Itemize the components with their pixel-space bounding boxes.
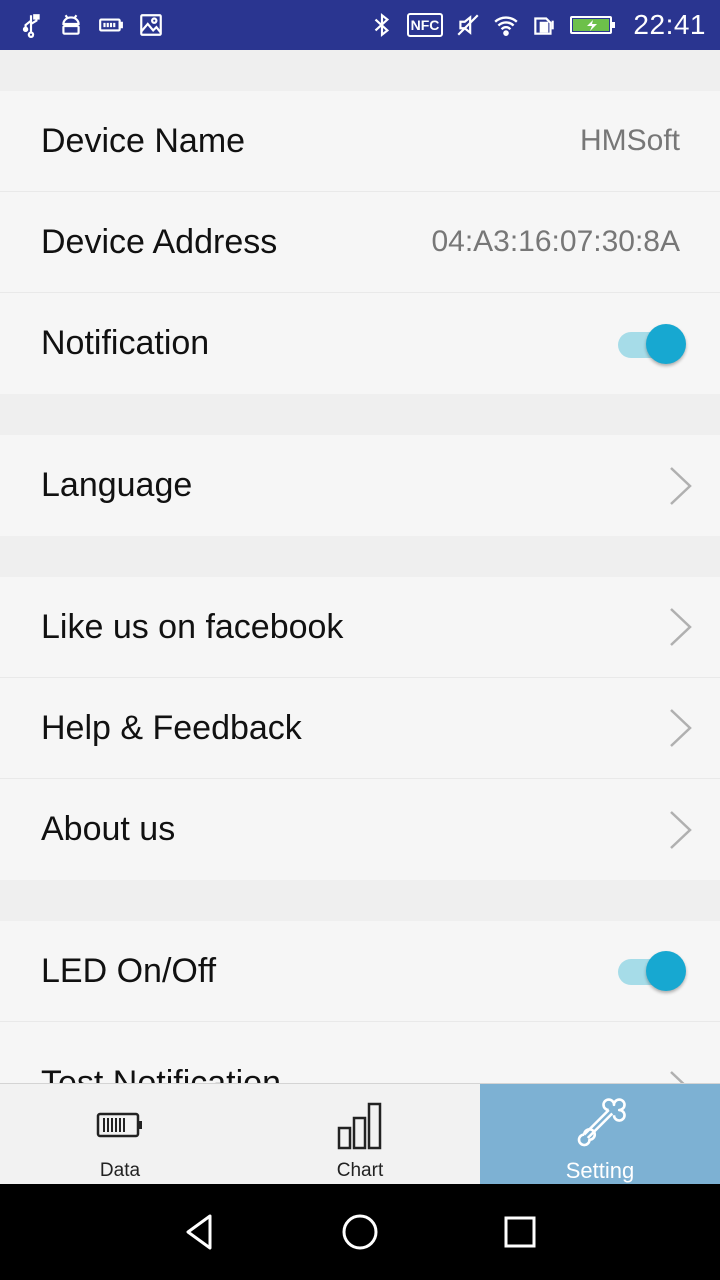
help-feedback-row[interactable]: Help & Feedback <box>0 678 720 779</box>
status-clock: 22:41 <box>633 9 706 40</box>
chevron-right-icon <box>670 709 692 747</box>
wifi-icon <box>493 12 519 38</box>
battery-icon <box>96 1112 142 1138</box>
tab-label: Data <box>99 1160 141 1181</box>
usb-icon <box>18 12 44 38</box>
tab-data[interactable]: Data <box>0 1084 240 1184</box>
nfc-icon: NFC <box>406 13 444 37</box>
help-feedback-label: Help & Feedback <box>41 708 302 747</box>
notification-label: Notification <box>41 324 210 362</box>
bottom-tab-bar: Data Chart Setting <box>0 1083 720 1184</box>
bone-icon <box>577 1098 626 1147</box>
facebook-row[interactable]: Like us on facebook <box>0 577 720 678</box>
back-icon[interactable] <box>180 1212 220 1252</box>
tab-label: Setting <box>565 1158 635 1183</box>
toggle-knob <box>646 323 686 364</box>
led-toggle[interactable] <box>614 951 686 991</box>
device-address-value: 04:A3:16:07:30:8A <box>431 225 680 258</box>
tab-setting[interactable]: Setting <box>480 1084 720 1184</box>
device-name-row[interactable]: Device Name HMSoft <box>0 91 720 192</box>
notification-toggle[interactable] <box>614 323 686 364</box>
chevron-right-icon <box>670 810 692 849</box>
language-label: Language <box>41 466 193 504</box>
image-icon <box>138 12 164 38</box>
device-name-value: HMSoft <box>579 124 680 157</box>
device-address-row[interactable]: Device Address 04:A3:16:07:30:8A <box>0 192 720 293</box>
device-section: Device Name HMSoft Device Address 04:A3:… <box>0 91 720 394</box>
recents-icon[interactable] <box>500 1212 540 1252</box>
settings-list[interactable]: Device Name HMSoft Device Address 04:A3:… <box>0 50 720 1083</box>
about-us-label: About us <box>41 810 176 848</box>
section-gap <box>0 394 720 435</box>
tab-label: Chart <box>336 1160 384 1181</box>
test-notification-row[interactable]: Test Notification <box>0 1022 720 1083</box>
battery-charging-icon <box>569 12 617 38</box>
about-us-row[interactable]: About us <box>0 779 720 880</box>
language-section: Language <box>0 435 720 536</box>
led-label: LED On/Off <box>41 951 217 990</box>
chevron-right-icon <box>670 1071 685 1083</box>
led-row: LED On/Off <box>0 921 720 1022</box>
tab-chart[interactable]: Chart <box>240 1084 480 1184</box>
section-gap <box>0 880 720 921</box>
bluetooth-icon <box>369 12 395 38</box>
facebook-label: Like us on facebook <box>41 607 344 646</box>
test-notification-label: Test Notification <box>41 1064 281 1083</box>
toggle-knob <box>646 951 686 991</box>
led-section: LED On/Off Test Notification <box>0 921 720 1083</box>
mute-icon <box>455 12 481 38</box>
chevron-right-icon <box>670 466 692 505</box>
info-section: Like us on facebook Help & Feedback Abou… <box>0 577 720 880</box>
language-row[interactable]: Language <box>0 435 720 536</box>
battery-saver-icon <box>98 12 124 38</box>
device-address-label: Device Address <box>41 222 278 261</box>
section-gap <box>0 536 720 577</box>
status-bar: NFC 22:41 <box>0 0 720 50</box>
bar-chart-icon <box>337 1102 382 1150</box>
chevron-right-icon <box>670 608 692 646</box>
sim-icon <box>531 12 557 38</box>
system-nav-bar <box>0 1184 720 1280</box>
device-name-label: Device Name <box>41 121 246 160</box>
notification-row: Notification <box>0 293 720 394</box>
section-gap <box>0 50 720 91</box>
android-debug-icon <box>58 12 84 38</box>
home-icon[interactable] <box>340 1212 380 1252</box>
